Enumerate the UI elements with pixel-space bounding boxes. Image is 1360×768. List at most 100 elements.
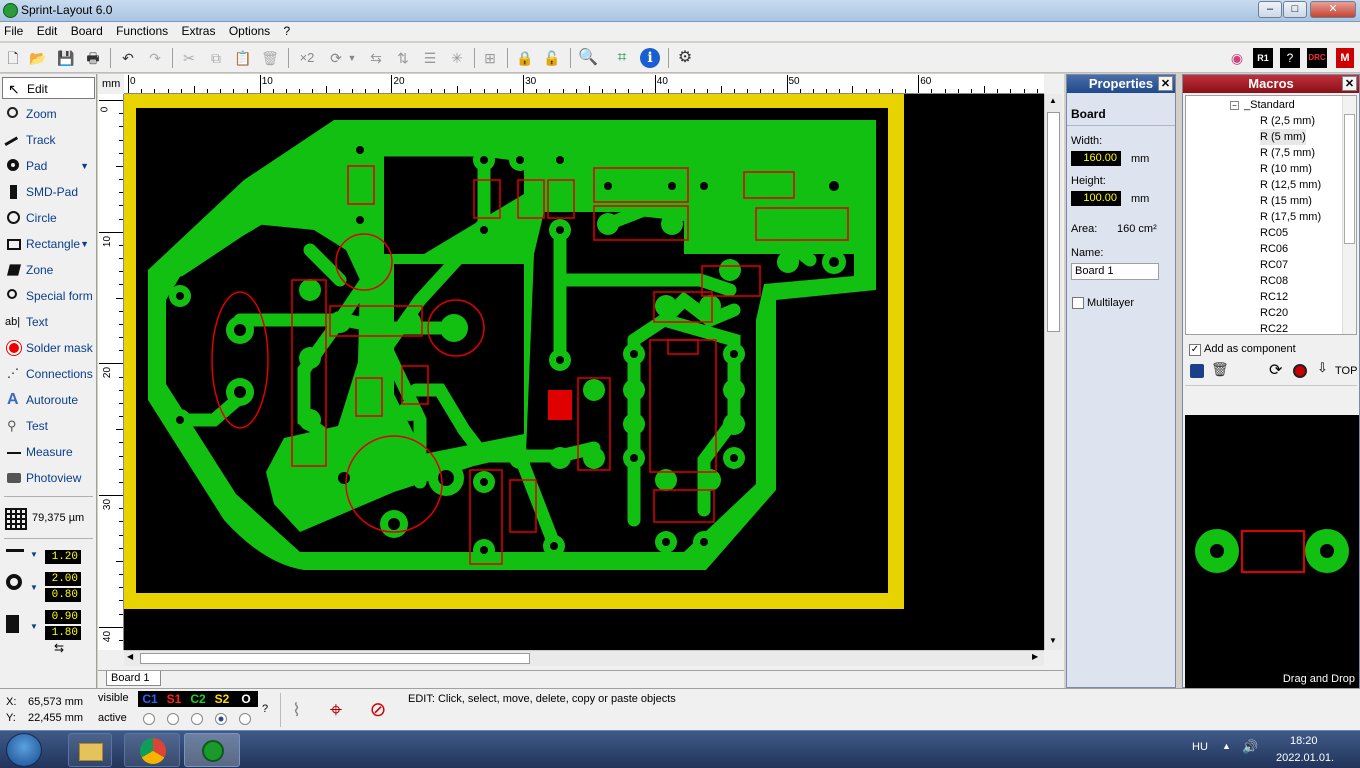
settings-gear-icon[interactable]: ⚙ (675, 48, 695, 68)
scroll-up-arrow[interactable]: ▲ (1049, 96, 1057, 105)
active-radio-s1[interactable] (167, 713, 179, 725)
crosshair-icon[interactable]: ⌖ (320, 693, 352, 727)
snap-icon[interactable]: ✳ (447, 48, 467, 68)
pad-size-dropdown-icon[interactable]: ▼ (30, 583, 38, 592)
rubberband-icon[interactable]: ⌇ (280, 693, 312, 727)
multilayer-checkbox[interactable] (1072, 297, 1084, 309)
active-radio-s2[interactable] (215, 713, 227, 725)
tree-scroll-thumb[interactable] (1344, 114, 1355, 244)
smd-size-dropdown-icon[interactable]: ▼ (30, 622, 38, 631)
menu-extras[interactable]: Extras (176, 22, 220, 40)
scroll-down-arrow[interactable]: ▼ (1049, 636, 1057, 645)
active-radio-c2[interactable] (191, 713, 203, 725)
tool-connections[interactable]: ⋰ Connections (2, 363, 95, 385)
smd-height-field[interactable]: 1.80 (45, 626, 81, 640)
tool-text[interactable]: ab| Text (2, 311, 95, 333)
macro-item[interactable]: R (2,5 mm) (1260, 113, 1315, 129)
width-field[interactable]: 160.00 (1071, 151, 1121, 166)
vertical-scroll-thumb[interactable] (1047, 112, 1060, 332)
info-icon[interactable]: i (640, 48, 660, 68)
tab-board-1[interactable]: Board 1 (106, 671, 161, 686)
macro-icon[interactable]: M (1336, 48, 1354, 68)
tool-solder-mask[interactable]: Solder mask (2, 337, 95, 359)
active-radio-c1[interactable] (143, 713, 155, 725)
disc-icon[interactable]: ◉ (1227, 48, 1247, 68)
add-component-checkbox[interactable]: ✓ (1189, 344, 1201, 356)
r1-icon[interactable]: R1 (1253, 48, 1273, 68)
macro-item[interactable]: R (12,5 mm) (1260, 177, 1321, 193)
macro-item[interactable]: RC05 (1260, 225, 1288, 241)
scroll-right-arrow[interactable]: ▶ (1032, 652, 1038, 661)
delete-icon[interactable]: 🗑 (260, 48, 280, 68)
drc-icon[interactable]: DRC (1307, 48, 1327, 68)
layer-c1[interactable]: C1 (139, 692, 161, 706)
tool-measure[interactable]: Measure (2, 441, 95, 463)
macro-rotate-icon[interactable]: ⟳ (1269, 360, 1282, 380)
pcb-board-view[interactable] (124, 94, 1044, 650)
macro-item[interactable]: R (17,5 mm) (1260, 209, 1321, 225)
macro-preview[interactable]: Drag and Drop (1185, 415, 1359, 689)
tool-edit[interactable]: ↖ Edit (2, 77, 95, 99)
group-icon[interactable]: ⊞ (480, 48, 500, 68)
paste-icon[interactable]: 📋 (233, 48, 253, 68)
start-button[interactable] (6, 733, 42, 767)
layer-s1[interactable]: S1 (163, 692, 185, 706)
no-connection-icon[interactable]: ⊘ (362, 693, 394, 727)
pad-inner-field[interactable]: 0.80 (45, 588, 81, 602)
tool-track[interactable]: Track (2, 129, 95, 156)
menu-board[interactable]: Board (66, 22, 108, 40)
multiply-icon[interactable]: ×2 (294, 48, 320, 68)
scroll-left-arrow[interactable]: ◀ (127, 652, 133, 661)
undo-icon[interactable]: ↶ (118, 48, 138, 68)
tool-circle[interactable]: Circle (2, 207, 95, 229)
copy-icon[interactable]: ⧉ (206, 48, 226, 68)
taskbar-sprint-layout-icon[interactable] (184, 733, 240, 767)
cut-icon[interactable]: ✂ (179, 48, 199, 68)
maximize-button[interactable]: □ (1283, 1, 1307, 18)
tool-photoview[interactable]: Photoview (2, 467, 95, 489)
tree-root-standard[interactable]: _Standard (1244, 97, 1295, 113)
tree-collapse-icon[interactable]: − (1230, 101, 1239, 110)
lock-icon[interactable]: 🔒 (515, 48, 535, 68)
crop-icon[interactable]: ⌗ (612, 48, 632, 68)
grid-value[interactable]: 79,375 µm (32, 512, 84, 524)
macro-item[interactable]: RC12 (1260, 289, 1288, 305)
track-width-field[interactable]: 1.20 (45, 550, 81, 564)
layer-c2[interactable]: C2 (187, 692, 209, 706)
save-icon[interactable]: 💾 (56, 48, 76, 68)
smd-width-field[interactable]: 0.90 (45, 610, 81, 624)
menu-help[interactable]: ? (279, 22, 296, 40)
zoom-icon[interactable]: 🔍 (578, 48, 598, 68)
layer-o[interactable]: O (235, 692, 257, 706)
open-folder-icon[interactable]: 📂 (28, 48, 48, 68)
macro-item[interactable]: RC20 (1260, 305, 1288, 321)
macro-item[interactable]: R (7,5 mm) (1260, 145, 1315, 161)
menu-file[interactable]: File (0, 22, 28, 40)
rotate-dropdown-icon[interactable]: ▼ (346, 48, 358, 68)
macro-delete-icon[interactable]: 🗑 (1211, 361, 1229, 378)
volume-icon[interactable]: 🔊 (1242, 739, 1258, 755)
horizontal-scrollbar[interactable]: ◀ ▶ (124, 650, 1044, 666)
language-indicator[interactable]: HU (1192, 741, 1208, 753)
menu-functions[interactable]: Functions (111, 22, 173, 40)
rotate-icon[interactable]: ⟳ (326, 48, 346, 68)
macros-close-icon[interactable]: ✕ (1342, 76, 1357, 91)
macro-item[interactable]: R (15 mm) (1260, 193, 1312, 209)
taskbar-chrome-icon[interactable] (124, 733, 180, 767)
tray-arrow-icon[interactable]: ▲ (1222, 741, 1231, 751)
tool-special-form[interactable]: Special form (2, 285, 95, 307)
properties-close-icon[interactable]: ✕ (1158, 76, 1173, 91)
macro-item[interactable]: R (10 mm) (1260, 161, 1312, 177)
mirror-h-icon[interactable]: ⇆ (366, 48, 386, 68)
clock-date[interactable]: 2022.01.01. (1276, 752, 1334, 764)
height-field[interactable]: 100.00 (1071, 191, 1121, 206)
active-radio-o[interactable] (239, 713, 251, 725)
swap-icon[interactable]: ⇆ (54, 641, 64, 655)
board-name-input[interactable]: Board 1 (1071, 263, 1159, 280)
align-icon[interactable]: ☰ (420, 48, 440, 68)
macro-record-icon[interactable] (1293, 364, 1307, 378)
macro-item[interactable]: RC07 (1260, 257, 1288, 273)
tree-scrollbar[interactable] (1342, 96, 1356, 334)
tool-test[interactable]: ⚲ Test (2, 415, 95, 437)
pcb-drawing[interactable] (124, 94, 1044, 650)
